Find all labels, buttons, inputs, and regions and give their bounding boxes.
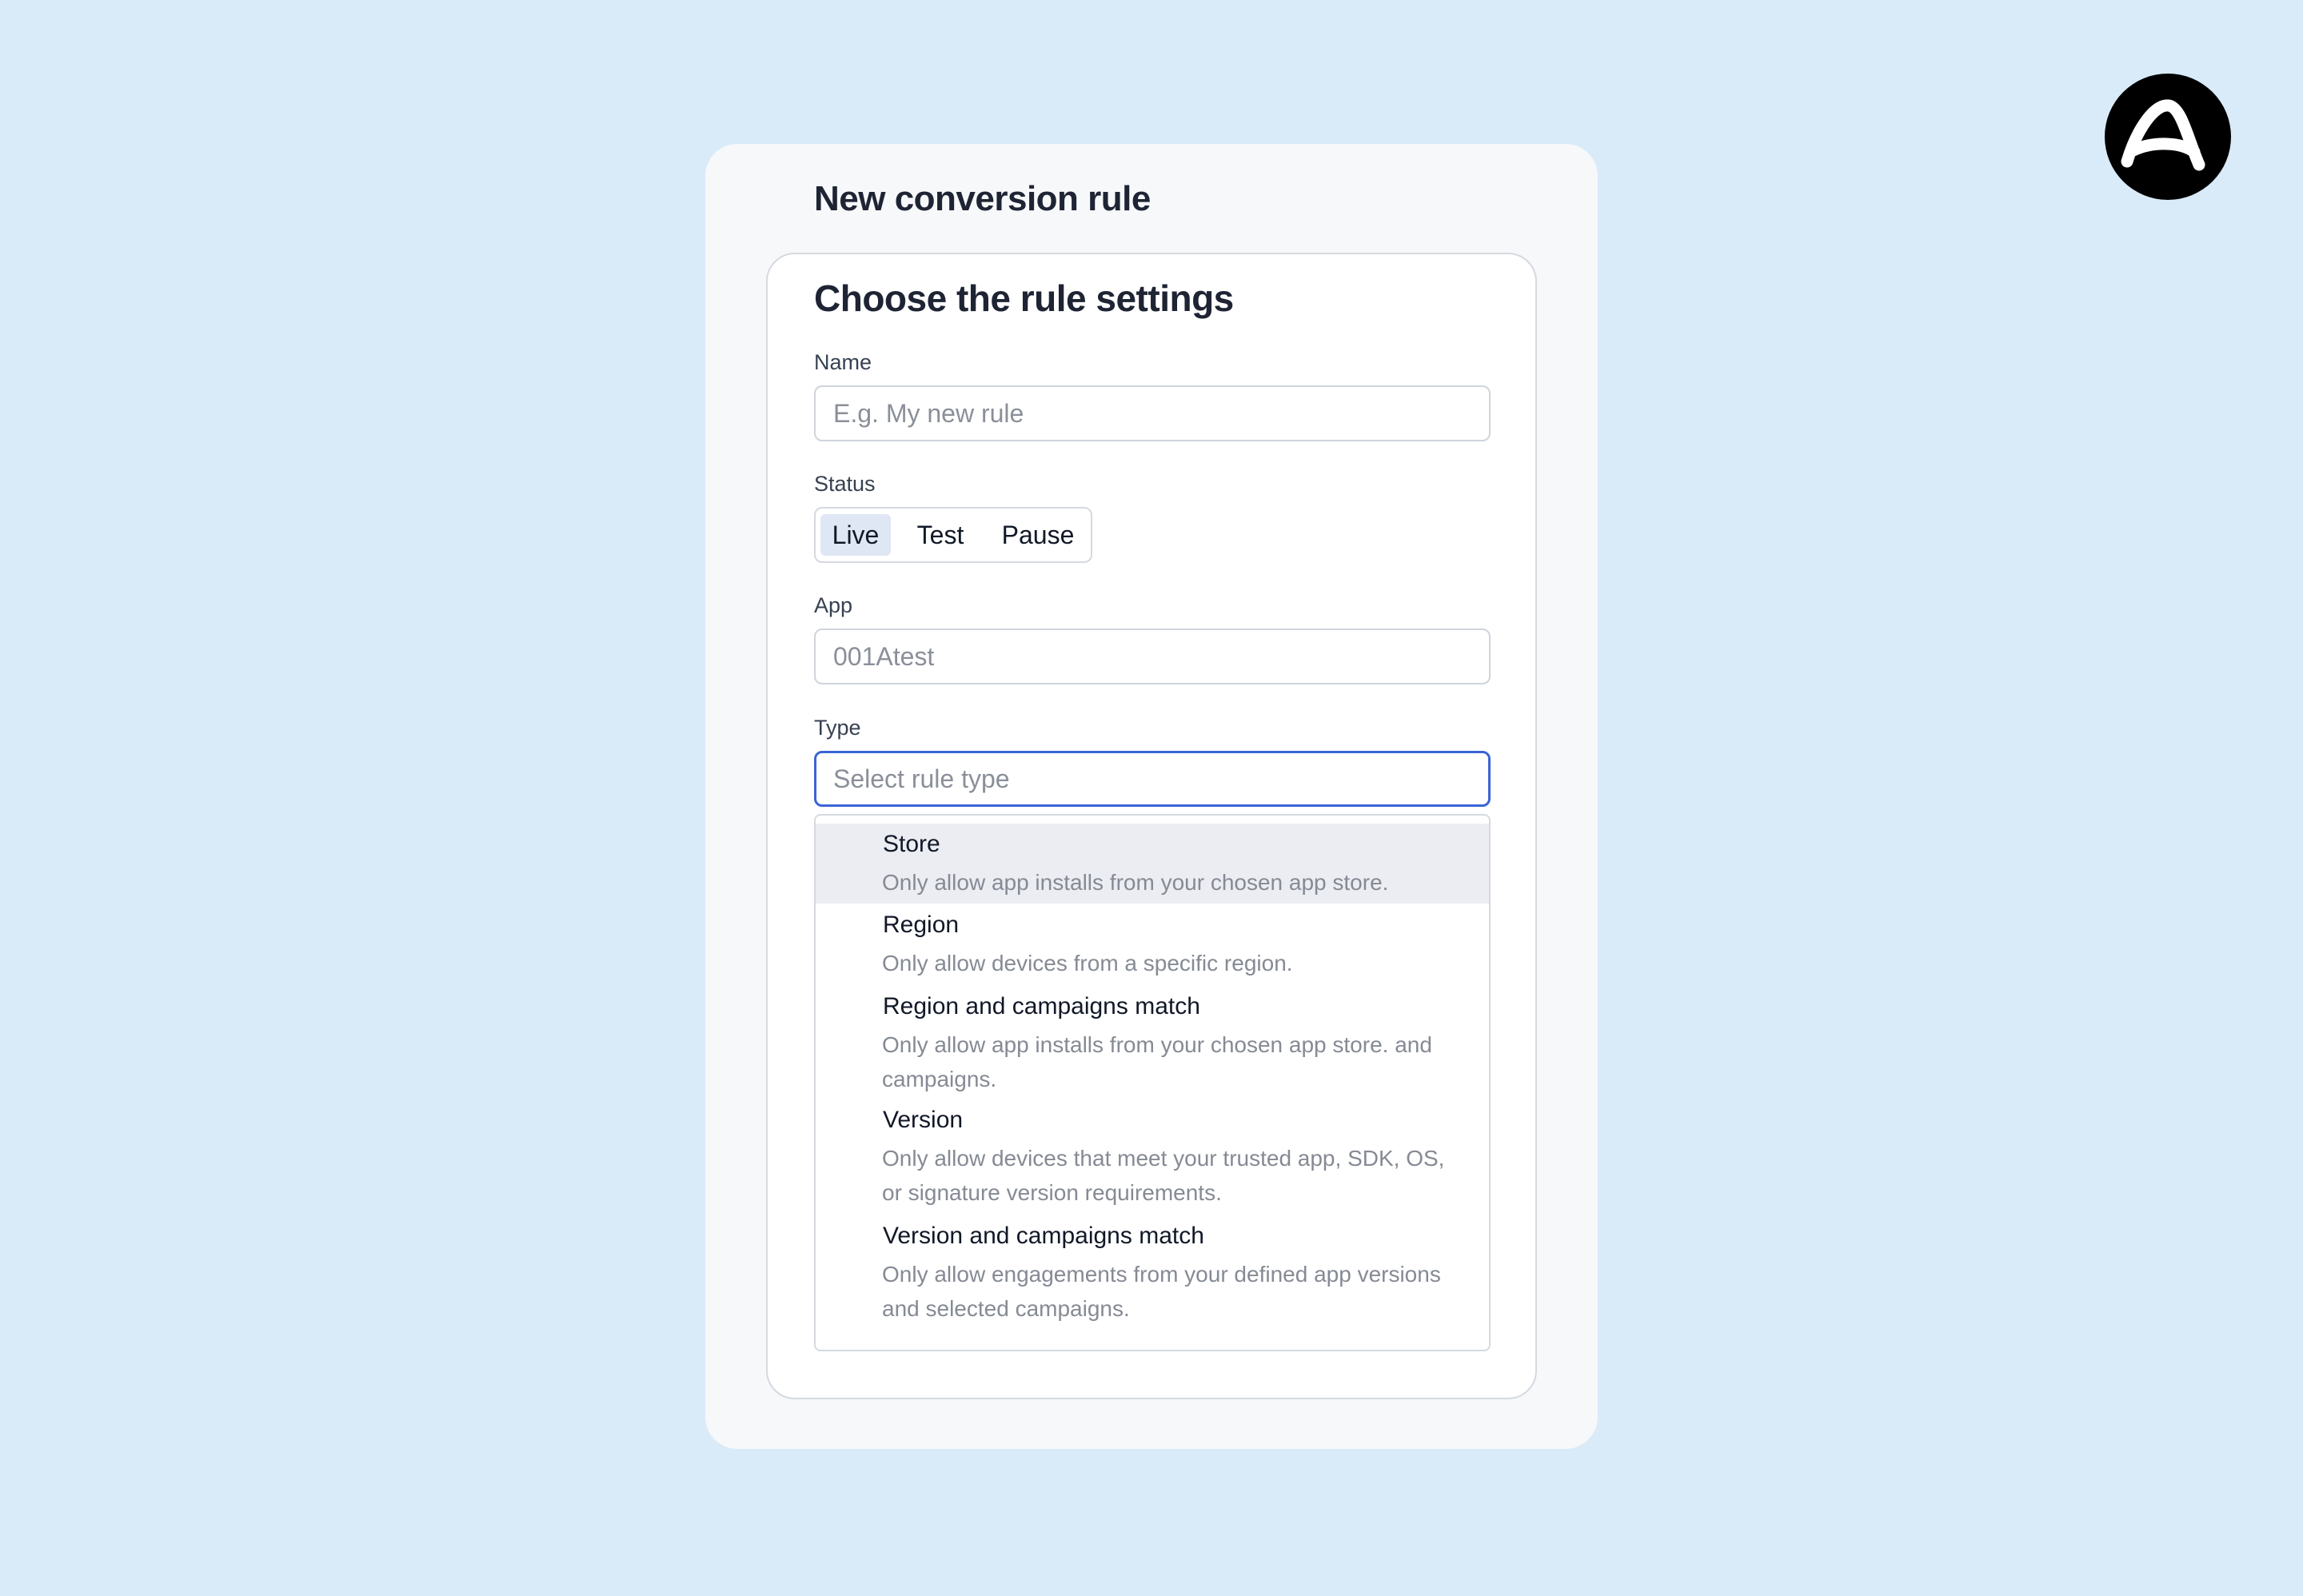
option-description: Only allow devices that meet your truste…	[882, 1146, 1445, 1205]
option-description: Only allow app installs from your chosen…	[882, 870, 1389, 895]
card-title: Choose the rule settings	[814, 277, 1234, 319]
rule-type-option-version-and-campaigns-match[interactable]: Version and campaigns match Only allow e…	[816, 1215, 1489, 1335]
name-input[interactable]	[814, 385, 1491, 441]
option-title: Region and campaigns match	[883, 993, 1200, 1019]
status-option-pause[interactable]: Pause	[996, 514, 1080, 556]
type-label: Type	[814, 716, 861, 740]
option-description: Only allow engagements from your defined…	[882, 1262, 1441, 1321]
option-title: Store	[883, 831, 940, 857]
name-label: Name	[814, 350, 872, 374]
rule-type-option-region[interactable]: Region Only allow devices from a specifi…	[816, 904, 1489, 984]
rule-type-dropdown: Store Only allow app installs from your …	[814, 814, 1491, 1351]
app-input[interactable]	[814, 628, 1491, 684]
modal-title: New conversion rule	[814, 179, 1151, 218]
option-title: Version and campaigns match	[883, 1223, 1204, 1249]
rule-type-option-store[interactable]: Store Only allow app installs from your …	[816, 824, 1489, 904]
option-title: Region	[883, 912, 960, 938]
option-description: Only allow app installs from your chosen…	[882, 1032, 1432, 1091]
new-conversion-rule-modal: New conversion rule Choose the rule sett…	[705, 144, 1598, 1449]
rule-type-option-version[interactable]: Version Only allow devices that meet you…	[816, 1099, 1489, 1215]
rule-settings-card: Choose the rule settings Name Status Liv…	[766, 253, 1537, 1399]
app-label: App	[814, 593, 853, 617]
type-select[interactable]	[814, 751, 1491, 807]
rule-type-option-region-and-campaigns-match[interactable]: Region and campaigns match Only allow ap…	[816, 986, 1489, 1099]
option-description: Only allow devices from a specific regio…	[882, 951, 1293, 976]
status-option-live[interactable]: Live	[820, 514, 891, 556]
adjust-logo-icon	[2105, 74, 2231, 200]
option-title: Version	[883, 1107, 964, 1133]
status-label: Status	[814, 472, 876, 496]
status-option-test[interactable]: Test	[908, 514, 972, 556]
status-segmented-control: Live Test Pause	[814, 507, 1092, 563]
